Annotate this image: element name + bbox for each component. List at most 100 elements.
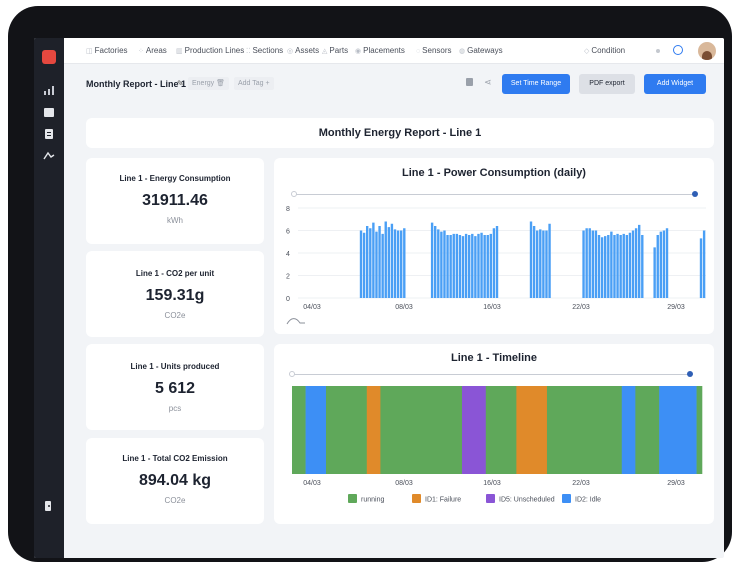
power-bar[interactable] bbox=[582, 231, 584, 299]
power-bar[interactable] bbox=[431, 223, 433, 298]
power-bar[interactable] bbox=[601, 237, 603, 298]
power-bar[interactable] bbox=[548, 224, 550, 298]
power-bar[interactable] bbox=[360, 231, 362, 299]
power-bar[interactable] bbox=[369, 228, 371, 298]
power-bar[interactable] bbox=[619, 235, 621, 298]
analytics-icon[interactable] bbox=[43, 84, 55, 96]
power-bar[interactable] bbox=[616, 234, 618, 298]
power-bar[interactable] bbox=[533, 226, 535, 298]
power-bar[interactable] bbox=[663, 231, 665, 299]
power-bar[interactable] bbox=[539, 229, 541, 298]
kpi-card-co2-per-unit[interactable]: Line 1 - CO2 per unit 159.31g CO2e bbox=[86, 251, 264, 337]
nav-item-areas[interactable]: ⁘Areas bbox=[138, 46, 167, 55]
power-bar[interactable] bbox=[626, 235, 628, 298]
nav-item-assets[interactable]: ◎Assets bbox=[287, 46, 319, 55]
nav-item-parts[interactable]: ◬Parts bbox=[322, 46, 348, 55]
power-bar[interactable] bbox=[394, 229, 396, 298]
set-time-range-button[interactable]: Set Time Range bbox=[502, 74, 570, 94]
power-bar[interactable] bbox=[607, 235, 609, 298]
app-logo[interactable] bbox=[42, 50, 56, 64]
timeline-segment[interactable] bbox=[659, 386, 697, 474]
power-bar[interactable] bbox=[468, 235, 470, 298]
power-bar[interactable] bbox=[459, 235, 461, 298]
timeline-card[interactable]: Line 1 - Timeline 04/0308/0316/0322/0329… bbox=[274, 344, 714, 524]
add-widget-button[interactable]: Add Widget bbox=[644, 74, 706, 94]
nav-item-sections[interactable]: ⁚⁚Sections bbox=[246, 46, 283, 55]
pdf-export-button[interactable]: PDF export bbox=[579, 74, 635, 94]
power-bar[interactable] bbox=[700, 238, 702, 298]
power-bar[interactable] bbox=[437, 229, 439, 298]
power-bar[interactable] bbox=[589, 228, 591, 298]
power-bar[interactable] bbox=[536, 231, 538, 299]
power-bar[interactable] bbox=[610, 232, 612, 298]
timeline-segment[interactable] bbox=[516, 386, 547, 474]
power-bar[interactable] bbox=[474, 236, 476, 298]
power-bar[interactable] bbox=[397, 231, 399, 299]
power-bar[interactable] bbox=[375, 232, 377, 298]
power-bar[interactable] bbox=[530, 222, 532, 299]
power-bar[interactable] bbox=[446, 235, 448, 298]
calendar-icon[interactable] bbox=[43, 106, 55, 118]
timeline-segment[interactable] bbox=[635, 386, 659, 474]
power-bar[interactable] bbox=[545, 231, 547, 299]
add-tag-button[interactable]: Add Tag + bbox=[234, 77, 274, 90]
kpi-card-units-produced[interactable]: Line 1 - Units produced 5 612 pcs bbox=[86, 344, 264, 430]
power-bar[interactable] bbox=[493, 228, 495, 298]
power-consumption-card[interactable]: Line 1 - Power Consumption (daily) 02468… bbox=[274, 158, 714, 334]
power-bar[interactable] bbox=[585, 228, 587, 298]
power-bar[interactable] bbox=[400, 231, 402, 299]
share-icon[interactable]: ⋖ bbox=[484, 77, 492, 88]
kpi-card-energy[interactable]: Line 1 - Energy Consumption 31911.46 kWh bbox=[86, 158, 264, 244]
power-bar[interactable] bbox=[653, 247, 655, 298]
power-bar[interactable] bbox=[483, 235, 485, 298]
timeline-segment[interactable] bbox=[306, 386, 327, 474]
power-bar[interactable] bbox=[641, 235, 643, 298]
nav-item-production-lines[interactable]: ▥Production Lines bbox=[176, 46, 244, 55]
power-bar[interactable] bbox=[372, 223, 374, 298]
timeline-segment[interactable] bbox=[697, 386, 703, 474]
nav-item-sensors[interactable]: ◌Sensors bbox=[416, 46, 452, 55]
timeline-segment[interactable] bbox=[367, 386, 381, 474]
power-bar[interactable] bbox=[703, 231, 705, 299]
document-icon[interactable] bbox=[43, 128, 55, 140]
power-bar[interactable] bbox=[542, 231, 544, 299]
power-bar[interactable] bbox=[477, 234, 479, 298]
report-title[interactable]: Monthly Report - Line 1 bbox=[86, 79, 186, 89]
power-bar[interactable] bbox=[453, 234, 455, 298]
power-bar[interactable] bbox=[629, 233, 631, 298]
kpi-card-total-co2[interactable]: Line 1 - Total CO2 Emission 894.04 kg CO… bbox=[86, 438, 264, 524]
timeline-segment[interactable] bbox=[486, 386, 517, 474]
power-bar[interactable] bbox=[388, 227, 390, 298]
power-bar[interactable] bbox=[391, 224, 393, 298]
power-bar[interactable] bbox=[613, 235, 615, 298]
nav-item-placements[interactable]: ◉Placements bbox=[355, 46, 405, 55]
line-chart-toggle-icon[interactable] bbox=[286, 316, 306, 326]
power-bar[interactable] bbox=[462, 236, 464, 298]
power-bar[interactable] bbox=[456, 234, 458, 298]
timeline-segment[interactable] bbox=[547, 386, 622, 474]
timeline-segment[interactable] bbox=[326, 386, 367, 474]
power-bar[interactable] bbox=[378, 226, 380, 298]
power-bar[interactable] bbox=[487, 235, 489, 298]
power-bar[interactable] bbox=[449, 235, 451, 298]
power-bar[interactable] bbox=[592, 231, 594, 299]
power-bar[interactable] bbox=[480, 233, 482, 298]
trash-icon[interactable]: 🗑 bbox=[216, 80, 225, 87]
power-bar[interactable] bbox=[381, 234, 383, 298]
power-bar[interactable] bbox=[490, 234, 492, 298]
power-bar[interactable] bbox=[632, 231, 634, 299]
power-bar[interactable] bbox=[385, 222, 387, 299]
power-bar[interactable] bbox=[434, 226, 436, 298]
lock-icon[interactable] bbox=[466, 78, 473, 86]
tag-energy[interactable]: Energy 🗑 bbox=[188, 77, 229, 90]
power-bar[interactable] bbox=[623, 234, 625, 298]
search-icon[interactable] bbox=[673, 45, 683, 55]
power-bar[interactable] bbox=[595, 231, 597, 299]
power-bar[interactable] bbox=[403, 228, 405, 298]
power-bar[interactable] bbox=[598, 235, 600, 298]
nav-item-gateways[interactable]: ◍Gateways bbox=[459, 46, 503, 55]
nav-item-factories[interactable]: ◫Factories bbox=[86, 46, 128, 55]
power-bar[interactable] bbox=[635, 228, 637, 298]
power-bar[interactable] bbox=[496, 226, 498, 298]
power-bar[interactable] bbox=[638, 225, 640, 298]
